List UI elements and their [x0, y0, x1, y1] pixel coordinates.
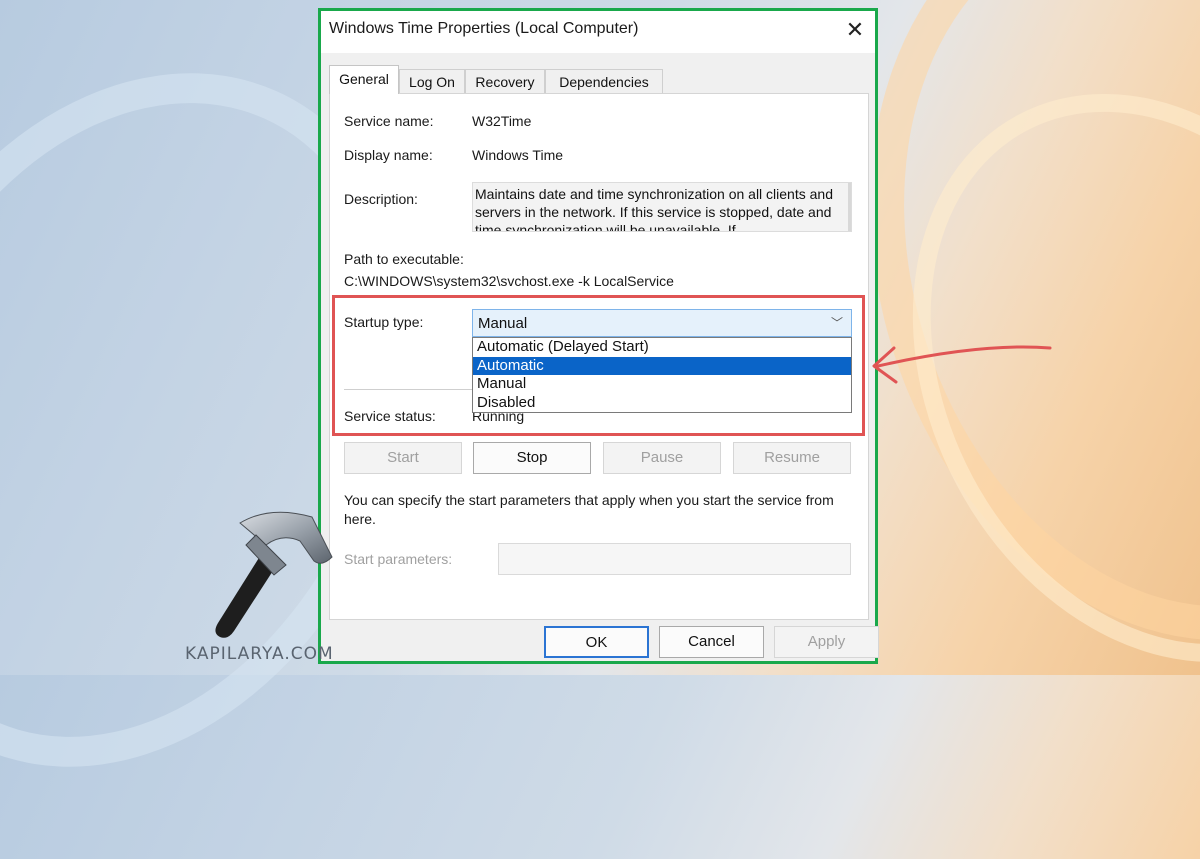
tab-general[interactable]: General — [329, 65, 399, 94]
startup-type-select[interactable]: Manual ﹀ — [472, 309, 852, 337]
option-automatic[interactable]: Automatic — [473, 356, 851, 375]
chevron-down-icon: ﹀ — [830, 316, 843, 330]
annotation-arrow-icon — [872, 345, 1052, 384]
hammer-logo-icon — [215, 511, 333, 638]
close-icon[interactable]: ✕ — [841, 15, 869, 45]
startup-type-value: Manual — [478, 315, 528, 332]
section-divider — [344, 389, 472, 390]
path-value: C:\WINDOWS\system32\svchost.exe -k Local… — [344, 273, 674, 289]
title-bar: Windows Time Properties (Local Computer)… — [321, 11, 875, 53]
tab-log-on[interactable]: Log On — [399, 69, 465, 93]
description-label: Description: — [344, 191, 418, 207]
description-text: Maintains date and time synchronization … — [475, 186, 833, 232]
option-manual[interactable]: Manual — [473, 375, 851, 394]
startup-type-label: Startup type: — [344, 314, 424, 330]
description-textbox[interactable]: Maintains date and time synchronization … — [472, 182, 852, 232]
startup-type-dropdown-list: Automatic (Delayed Start) Automatic Manu… — [472, 337, 852, 413]
watermark-text: KAPILARYA.COM — [185, 644, 334, 664]
resume-button[interactable]: Resume — [733, 442, 851, 474]
cancel-button[interactable]: Cancel — [659, 626, 764, 658]
start-params-info: You can specify the start parameters tha… — [344, 492, 834, 527]
stop-button[interactable]: Stop — [473, 442, 591, 474]
service-name-value: W32Time — [472, 113, 532, 129]
option-disabled[interactable]: Disabled — [473, 394, 851, 413]
start-button[interactable]: Start — [344, 442, 462, 474]
service-name-label: Service name: — [344, 113, 434, 129]
service-status-label: Service status: — [344, 408, 436, 424]
start-params-input[interactable] — [498, 543, 851, 575]
option-automatic-delayed[interactable]: Automatic (Delayed Start) — [473, 338, 851, 357]
tab-recovery[interactable]: Recovery — [465, 69, 545, 93]
start-params-label: Start parameters: — [344, 551, 453, 567]
display-name-label: Display name: — [344, 147, 433, 163]
tab-dependencies[interactable]: Dependencies — [545, 69, 663, 93]
apply-button[interactable]: Apply — [774, 626, 879, 658]
display-name-value: Windows Time — [472, 147, 564, 163]
pause-button[interactable]: Pause — [603, 442, 721, 474]
window-title: Windows Time Properties (Local Computer) — [329, 20, 639, 37]
description-scrollbar[interactable] — [848, 183, 851, 231]
path-label: Path to executable: — [344, 251, 464, 267]
ok-button[interactable]: OK — [544, 626, 649, 658]
